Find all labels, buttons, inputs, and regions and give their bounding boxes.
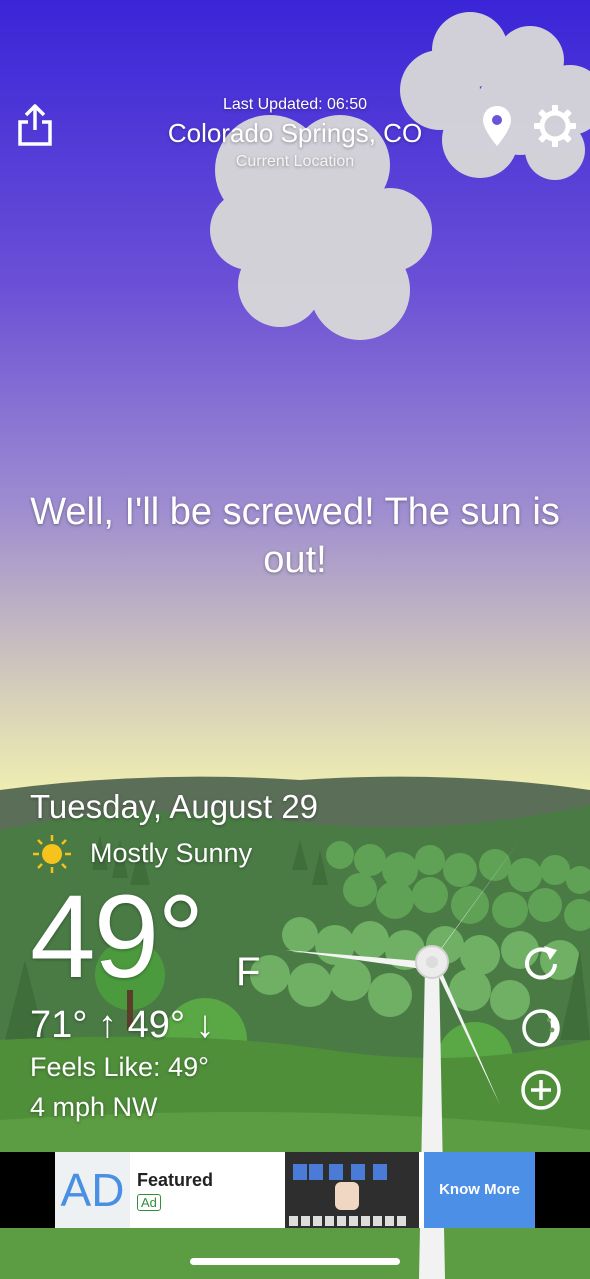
refresh-icon (525, 946, 557, 980)
weather-quote: Well, I'll be screwed! The sun is out! (30, 491, 560, 581)
ad-logo: AD (55, 1152, 130, 1228)
current-temperature: 49° (30, 871, 204, 1003)
ad-featured-label: Featured (137, 1170, 214, 1190)
know-more-button[interactable]: Know More (424, 1152, 535, 1228)
add-location-button[interactable] (519, 1068, 563, 1112)
weather-screen: Last Updated: 06:50 Colorado Springs, CO… (0, 0, 590, 1279)
settings-button[interactable] (533, 104, 577, 148)
location-button[interactable] (480, 104, 514, 148)
gear-icon (534, 105, 576, 147)
moon-phase-button[interactable] (519, 1006, 563, 1050)
wind-info: 4 mph NW (30, 1092, 158, 1122)
landscape-illustration (0, 12, 590, 1279)
location-pin-icon (483, 106, 511, 146)
ad-image (285, 1152, 419, 1228)
sun-icon (32, 834, 72, 874)
high-low-temperature: 71° ↑ 49° ↓ (30, 1004, 215, 1046)
forecast-date: Tuesday, August 29 (30, 788, 319, 825)
refresh-button[interactable] (519, 942, 563, 986)
clouds (210, 12, 590, 340)
current-location-label: Current Location (235, 153, 355, 170)
ad-banner[interactable]: AD Featured Ad Know More (55, 1152, 535, 1228)
home-indicator (190, 1258, 400, 1265)
plus-circle-icon (521, 1070, 561, 1110)
condition-label: Mostly Sunny (90, 838, 253, 868)
feels-like: Feels Like: 49° (30, 1052, 209, 1082)
temperature-unit: F (236, 950, 261, 994)
moon-phase-icon (522, 1009, 560, 1047)
ad-tag: Ad (137, 1194, 161, 1211)
